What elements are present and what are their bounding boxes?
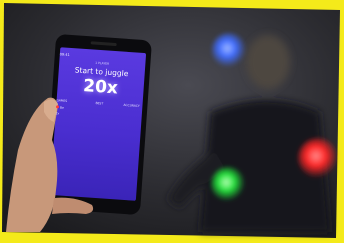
- blue-ball: [212, 33, 246, 67]
- table-cell: [120, 110, 142, 115]
- table-cell: Be: [55, 105, 78, 110]
- status-time: 09:41: [59, 52, 70, 58]
- record-dot-icon: [55, 105, 60, 109]
- table-cell: [88, 114, 110, 118]
- table-cell: 2x: [55, 111, 60, 116]
- table-cell: [88, 107, 110, 112]
- goal-count[interactable]: 20x: [52, 76, 149, 100]
- red-ball: [298, 138, 338, 178]
- stats-header: BEST: [95, 100, 104, 106]
- green-ball: [211, 167, 245, 201]
- table-cell: [120, 117, 142, 121]
- stats-header: GAMES: [56, 98, 68, 103]
- stats-header: ACCURACY: [123, 102, 140, 109]
- phone-screen[interactable]: 09:41 1 PLAYER Start to juggle 20x GAMES…: [45, 50, 151, 204]
- stats-table: GAMES BEST ACCURACY Be 2x: [55, 98, 142, 121]
